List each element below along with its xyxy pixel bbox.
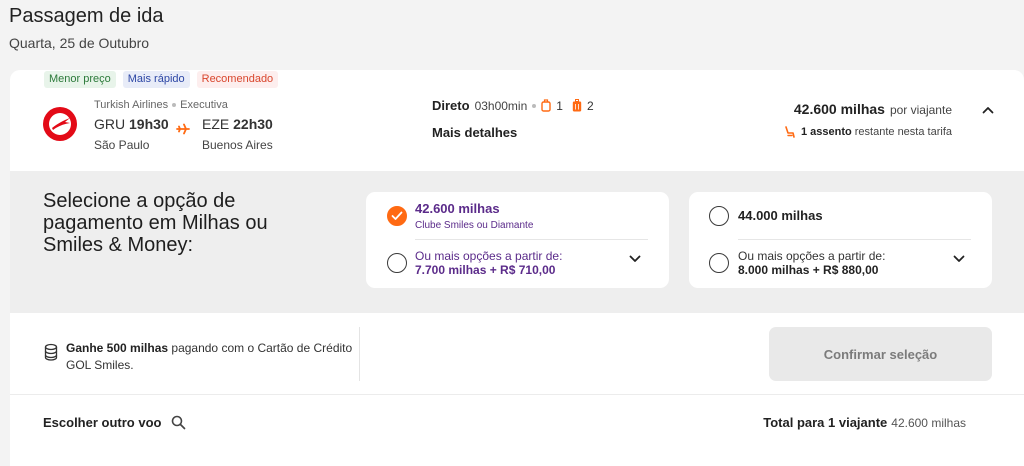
promo-bold: Ganhe 500 milhas (66, 341, 169, 355)
total-price: Total para 1 viajante 42.600 milhas (763, 415, 966, 430)
option-miles-subtitle: Clube Smiles ou Diamante (415, 220, 534, 231)
badge-lowest-price: Menor preço (44, 71, 116, 88)
promo-text: Ganhe 500 milhas pagando com o Cartão de… (66, 340, 356, 374)
option-b-more-label: Ou mais opções a partir de: (738, 249, 886, 263)
check-icon (391, 211, 403, 220)
arrival-time: 22h30 (233, 116, 273, 132)
confirm-selection-button[interactable]: Confirmar seleção (769, 327, 992, 381)
option-b-more-value: 8.000 milhas + R$ 880,00 (738, 263, 879, 277)
payment-title: Selecione a opção de pagamento em Milhas… (43, 190, 268, 256)
seats-rest: restante nesta tarifa (854, 126, 952, 138)
separator-dot-icon (172, 103, 177, 107)
radio-option-miles-money[interactable] (387, 253, 407, 273)
price-amount: 42.600 milhas (793, 101, 885, 117)
flight-card: Menor preço Mais rápido Recomendado Turk… (10, 70, 1024, 466)
separator-dot-icon (532, 103, 537, 108)
payment-option-miles-b[interactable]: 44.000 milhas Ou mais opções a partir de… (689, 192, 992, 288)
search-icon (172, 415, 186, 430)
seats-remaining: 1 assento restante nesta tarifa (784, 126, 952, 138)
departure-time: 19h30 (129, 116, 169, 132)
seat-icon (785, 126, 795, 138)
choose-other-flight-label: Escolher outro voo (43, 415, 162, 430)
departure-city: São Paulo (94, 138, 150, 152)
seats-count: 1 assento (800, 126, 852, 138)
carry-on-count: 1 (556, 98, 563, 113)
option-divider (415, 239, 648, 240)
radio-option-b-miles-money[interactable] (709, 253, 729, 273)
option-miles-amount: 42.600 milhas (415, 201, 500, 216)
chevron-down-icon[interactable] (629, 255, 641, 263)
radio-option-b-miles[interactable] (709, 206, 729, 226)
arrival-code: EZE (202, 116, 230, 132)
cabin-class: Executiva (180, 99, 228, 111)
arrival-city: Buenos Aires (202, 138, 273, 152)
option-a-more-value: 7.700 milhas + R$ 710,00 (415, 263, 556, 277)
airplane-icon (176, 123, 190, 135)
flight-summary: Direto 03h00min 1 2 (432, 98, 598, 113)
payment-section: Selecione a opção de pagamento em Milhas… (10, 171, 1024, 313)
radio-option-miles-selected[interactable] (387, 206, 407, 226)
coins-icon (44, 343, 58, 361)
payment-option-miles[interactable]: 42.600 milhas Clube Smiles ou Diamante O… (366, 192, 669, 288)
option-b-miles-amount: 44.000 milhas (738, 208, 823, 223)
divider (359, 327, 360, 381)
more-details-link[interactable]: Mais detalhes (432, 125, 517, 140)
page-header: Passagem de ida Quarta, 25 de Outubro (9, 4, 164, 52)
departure-code: GRU (94, 116, 126, 132)
carry-on-bag-icon (541, 99, 551, 112)
option-divider (738, 239, 971, 240)
duration: 03h00min (474, 98, 528, 113)
airline-name: Turkish Airlines (94, 99, 169, 111)
page-title: Passagem de ida (9, 5, 164, 27)
departure-info: GRU 19h30 (94, 116, 169, 132)
badge-fastest: Mais rápido (122, 71, 190, 88)
chevron-down-icon[interactable] (953, 255, 965, 263)
choose-other-flight-link[interactable]: Escolher outro voo (43, 415, 186, 430)
price-per-traveler: 42.600 milhas por viajante (794, 101, 952, 117)
badge-recommended: Recomendado (196, 71, 279, 88)
page-date: Quarta, 25 de Outubro (9, 35, 150, 51)
badges: Menor preço Mais rápido Recomendado (44, 71, 279, 88)
price-per-label: por viajante (889, 103, 952, 117)
chevron-up-icon[interactable] (982, 105, 994, 115)
option-a-more-label: Ou mais opções a partir de: (415, 249, 563, 263)
airline-logo-icon (43, 107, 77, 141)
total-value: 42.600 milhas (891, 416, 966, 430)
checked-bag-count: 2 (586, 98, 594, 113)
promo-row: Ganhe 500 milhas pagando com o Cartão de… (10, 313, 1024, 395)
airline-info: Turkish Airlines Executiva (94, 99, 228, 111)
stops-label: Direto (432, 98, 470, 113)
checked-bag-icon (572, 99, 582, 112)
total-label: Total para 1 viajante (763, 415, 888, 430)
arrival-info: EZE 22h30 (202, 116, 273, 132)
